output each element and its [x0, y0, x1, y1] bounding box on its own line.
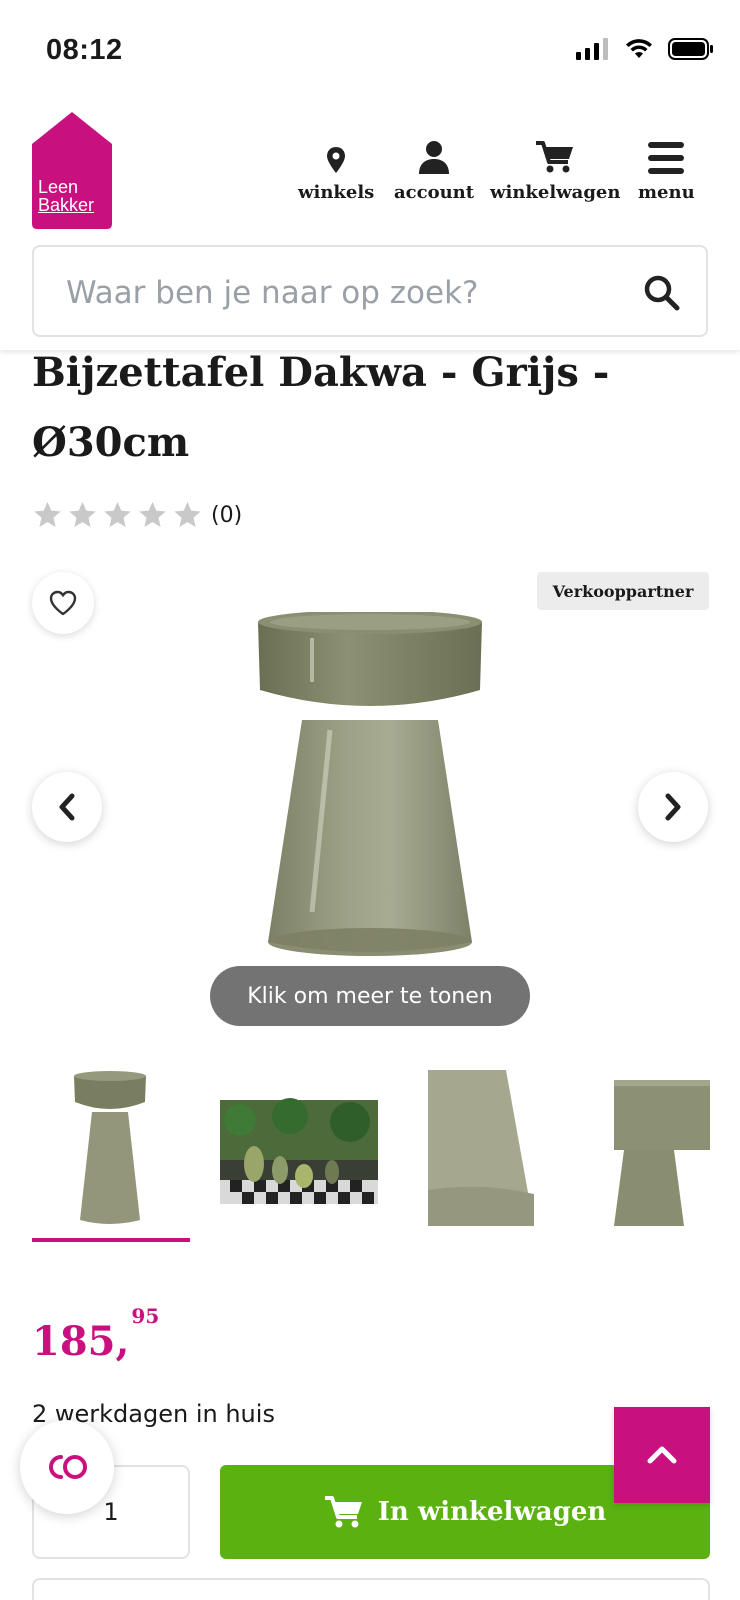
- nav-menu-label: menu: [638, 182, 695, 203]
- chevron-left-icon: [59, 793, 75, 821]
- chat-icon: [49, 1455, 87, 1479]
- star-icon: [34, 501, 61, 527]
- thumbnail-strip: [32, 1070, 710, 1250]
- chevron-right-icon: [665, 793, 681, 821]
- location-pin-icon: [327, 147, 346, 173]
- nav-cart[interactable]: winkelwagen: [490, 136, 620, 203]
- star-icon: [69, 501, 96, 527]
- product-price: 185,95: [32, 1303, 160, 1365]
- thumbnail-1[interactable]: [70, 1070, 150, 1230]
- scroll-to-top-button[interactable]: [614, 1407, 710, 1503]
- thumbnail-3[interactable]: [428, 1070, 534, 1230]
- status-icons: [576, 38, 714, 60]
- product-image[interactable]: [240, 612, 500, 1012]
- heart-icon: [49, 590, 77, 616]
- hamburger-menu-icon: [648, 142, 685, 174]
- chevron-up-icon: [647, 1446, 677, 1464]
- active-thumbnail-indicator: [32, 1238, 190, 1242]
- nav-account[interactable]: account: [394, 136, 474, 203]
- star-icon: [139, 501, 166, 527]
- status-bar: 08:12: [0, 0, 740, 100]
- signal-icon: [576, 38, 608, 60]
- wishlist-button[interactable]: [32, 572, 94, 634]
- nav-account-label: account: [394, 182, 475, 203]
- rating-stars: [32, 500, 203, 530]
- next-section-box: [32, 1578, 710, 1600]
- nav-cart-label: winkelwagen: [490, 182, 621, 203]
- cart-icon: [324, 1496, 362, 1528]
- add-to-cart-label: In winkelwagen: [377, 1497, 607, 1527]
- status-time: 08:12: [46, 34, 123, 66]
- logo-text: Leen Bakker: [38, 177, 95, 215]
- partner-badge: Verkooppartner: [537, 572, 709, 610]
- product-title: Bijzettafel Dakwa - Grijs - Ø30cm: [32, 349, 610, 466]
- search-input[interactable]: [66, 271, 626, 315]
- thumbnail-2[interactable]: [220, 1070, 378, 1230]
- wifi-icon: [626, 39, 652, 58]
- star-icon: [104, 501, 131, 527]
- thumbnail-4[interactable]: [614, 1070, 710, 1230]
- search-bar: [32, 245, 708, 337]
- user-icon: [419, 141, 450, 174]
- search-icon[interactable]: [642, 273, 682, 313]
- product-rating[interactable]: (0): [32, 500, 242, 530]
- site-header: Leen Bakker winkels account winkelwagen …: [0, 100, 740, 350]
- rating-count: (0): [211, 502, 243, 528]
- show-more-button[interactable]: Klik om meer te tonen: [210, 966, 530, 1026]
- battery-icon: [668, 38, 713, 60]
- chat-button[interactable]: [20, 1420, 114, 1514]
- star-icon: [174, 501, 201, 527]
- nav-menu[interactable]: menu: [638, 136, 695, 203]
- nav-stores-label: winkels: [298, 182, 375, 203]
- cart-icon: [536, 141, 574, 173]
- next-image-button[interactable]: [638, 772, 708, 842]
- nav-stores[interactable]: winkels: [298, 136, 374, 203]
- prev-image-button[interactable]: [32, 772, 102, 842]
